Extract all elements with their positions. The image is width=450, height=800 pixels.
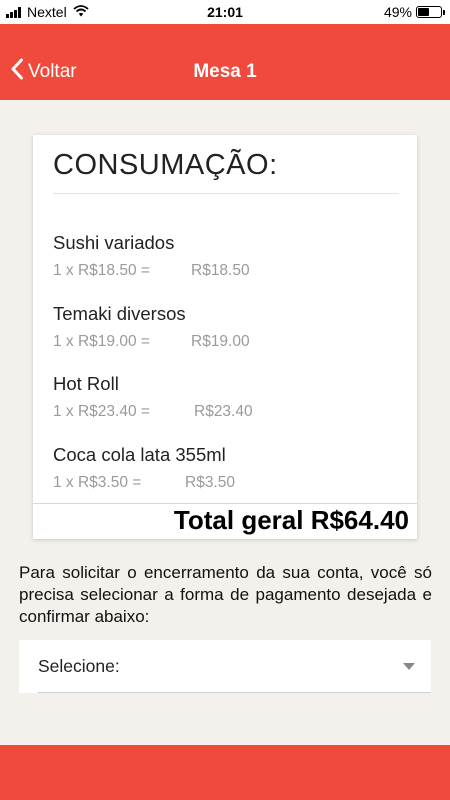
bottom-action-bar[interactable] [0, 745, 450, 800]
list-item: Temaki diversos 1 x R$19.00 = R$19.00 [53, 303, 393, 351]
list-item: Sushi variados 1 x R$18.50 = R$18.50 [53, 232, 393, 280]
item-quantity: 1 x R$23.40 = [53, 403, 150, 420]
battery-fill [418, 8, 429, 16]
caret-down-icon [403, 663, 415, 670]
item-subtotal: R$3.50 [185, 474, 235, 491]
item-price-line: 1 x R$19.00 = R$19.00 [53, 333, 393, 351]
back-label: Voltar [28, 60, 77, 82]
status-bar: Nextel 21:01 49% [0, 0, 450, 24]
list-item: Hot Roll 1 x R$23.40 = R$23.40 [53, 373, 393, 421]
total-amount: Total geral R$64.40 [173, 505, 409, 535]
instruction-text: Para solicitar o encerramento da sua con… [19, 563, 432, 626]
item-subtotal: R$19.00 [191, 333, 250, 350]
list-item: Coca cola lata 355ml 1 x R$3.50 = R$3.50 [53, 444, 393, 492]
status-left: Nextel [6, 4, 89, 20]
signal-icon [6, 6, 22, 18]
select-underline [38, 692, 431, 693]
wifi-icon [73, 4, 89, 20]
carrier-name: Nextel [27, 4, 67, 20]
item-price-line: 1 x R$18.50 = R$18.50 [53, 262, 393, 280]
item-name: Sushi variados [53, 232, 175, 253]
item-subtotal: R$23.40 [194, 403, 253, 420]
battery-percent: 49% [383, 4, 412, 20]
item-quantity: 1 x R$18.50 = [53, 262, 150, 279]
item-quantity: 1 x R$3.50 = [53, 474, 142, 491]
status-right: 49% [383, 4, 445, 20]
consumption-title: CONSUMAÇÃO: [53, 149, 278, 181]
payment-method-select[interactable]: Selecione: [19, 640, 431, 693]
item-price-line: 1 x R$23.40 = R$23.40 [53, 403, 393, 421]
item-subtotal: R$18.50 [191, 262, 250, 279]
item-name: Hot Roll [53, 373, 119, 394]
select-label: Selecione: [38, 656, 120, 676]
back-button[interactable]: Voltar [10, 58, 77, 85]
battery-icon [416, 6, 445, 18]
consumption-card: CONSUMAÇÃO: Sushi variados 1 x R$18.50 =… [33, 135, 417, 539]
item-quantity: 1 x R$19.00 = [53, 333, 150, 350]
item-name: Coca cola lata 355ml [53, 444, 226, 465]
divider [53, 193, 399, 194]
navigation-bar: Voltar Mesa 1 [0, 24, 450, 100]
chevron-left-icon [10, 58, 24, 85]
item-price-line: 1 x R$3.50 = R$3.50 [53, 474, 393, 492]
item-name: Temaki diversos [53, 303, 186, 324]
total-divider [33, 503, 417, 504]
